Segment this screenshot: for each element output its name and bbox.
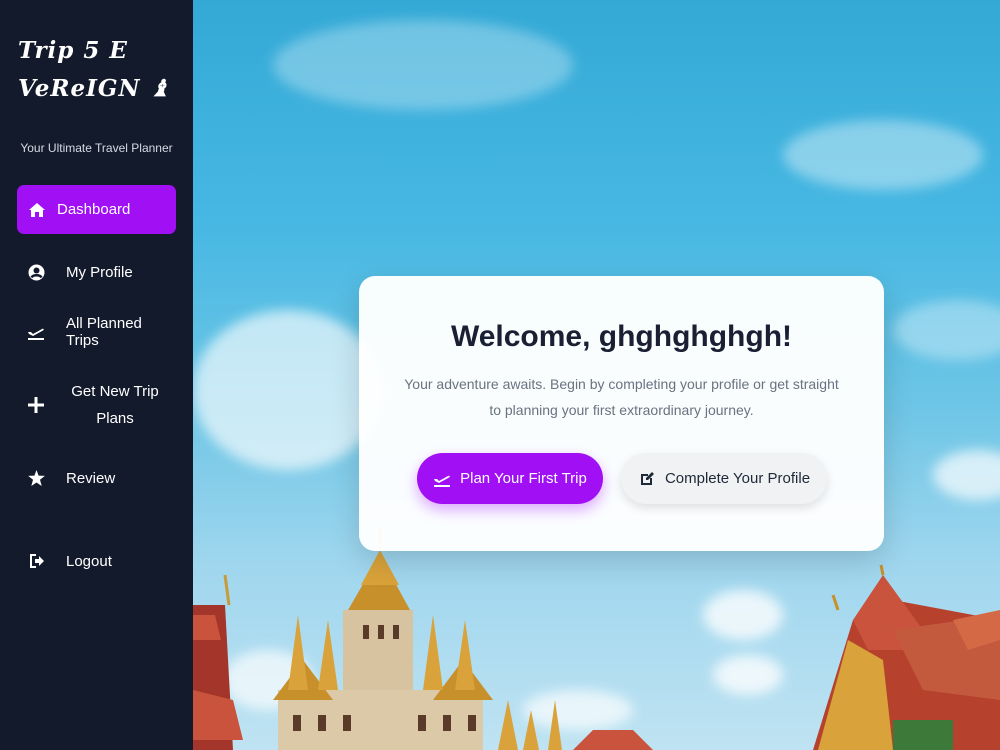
sidebar-item-label: Logout [66,552,112,570]
sidebar-item-label: Dashboard [57,201,131,218]
brand-logo: Trip 5 E VeReIGN ♝ [18,32,183,108]
star-icon [26,468,46,488]
sidebar-item-label: Review [66,469,116,487]
sidebar-item-label: All Planned Trips [66,315,142,349]
plus-icon [26,395,46,415]
sidebar-item-label: My Profile [66,263,133,281]
plane-departure-icon [433,470,451,488]
sidebar-item-my-profile[interactable]: My Profile [17,257,176,287]
complete-profile-label: Complete Your Profile [664,470,811,487]
welcome-message: Your adventure awaits. Begin by completi… [404,376,839,418]
sidebar-item-label: Get New Trip Plans [71,383,159,427]
welcome-title: Welcome, ghghghghgh! [450,320,793,353]
home-icon [27,200,47,220]
plan-first-trip-label: Plan Your First Trip [460,470,587,487]
sidebar: Trip 5 E VeReIGN ♝ Your Ultimate Travel … [0,0,193,750]
logout-icon [26,551,46,571]
sidebar-item-logout[interactable]: Logout [17,546,176,576]
sidebar-item-all-planned-trips[interactable]: All Planned Trips [17,315,176,349]
complete-profile-button[interactable]: Complete Your Profile [621,453,827,504]
brand-line-2: VeReIGN ♝ [18,75,172,102]
sidebar-item-review[interactable]: Review [17,463,176,493]
sidebar-item-dashboard[interactable]: Dashboard [17,185,176,234]
user-circle-icon [26,262,46,282]
plan-first-trip-button[interactable]: Plan Your First Trip [417,453,603,504]
welcome-card: Welcome, ghghghghgh! Your adventure awai… [359,276,884,551]
sidebar-item-get-new-trip-plans[interactable]: Get New Trip Plans [17,377,176,433]
plane-departure-icon [26,322,46,342]
brand-line-1: Trip 5 E [18,37,128,64]
edit-icon [638,470,656,488]
tagline: Your Ultimate Travel Planner [20,141,173,155]
